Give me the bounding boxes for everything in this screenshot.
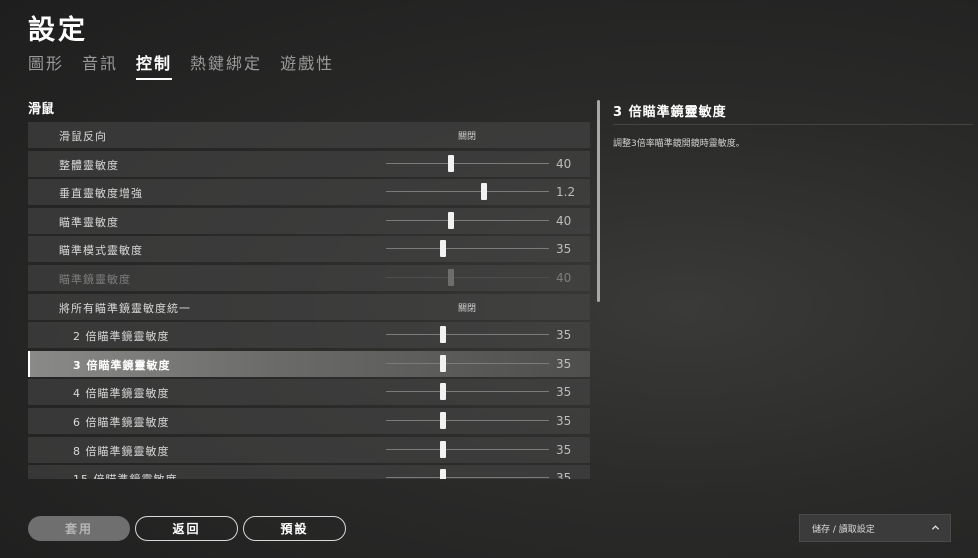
slider-track[interactable]	[386, 326, 549, 344]
setting-label: 瞄準靈敏度	[59, 215, 119, 229]
setting-row[interactable]: 垂直靈敏度增強 1.2	[28, 179, 590, 206]
default-button[interactable]: 預設	[243, 516, 346, 541]
setting-row[interactable]: 8 倍瞄準鏡靈敏度 35	[28, 436, 590, 463]
tab-3[interactable]: 控制	[136, 50, 173, 80]
slider-value: 40	[556, 270, 572, 285]
slider-track[interactable]	[386, 268, 549, 286]
setting-row[interactable]: 15 倍瞄準鏡靈敏度 35	[28, 465, 590, 479]
settings-scrollbar[interactable]	[597, 100, 600, 302]
setting-label: 滑鼠反向	[59, 130, 107, 143]
setting-row[interactable]: 瞄準模式靈敏度 35	[28, 236, 590, 263]
setting-label: 6 倍瞄準鏡靈敏度	[73, 415, 170, 429]
slider-track[interactable]	[386, 240, 549, 258]
page-title: 設定	[28, 15, 88, 46]
setting-label: 瞄準模式靈敏度	[59, 244, 143, 258]
setting-label: 整體靈敏度	[59, 158, 119, 172]
slider-handle[interactable]	[480, 183, 487, 201]
toggle-value[interactable]: 關閉	[458, 129, 476, 142]
setting-label: 4 倍瞄準鏡靈敏度	[73, 387, 170, 401]
setting-row[interactable]: 瞄準靈敏度 40	[28, 207, 590, 234]
save-load-settings-button[interactable]: 儲存 / 讀取設定	[799, 514, 951, 542]
setting-row[interactable]: 4 倍瞄準鏡靈敏度 35	[28, 379, 590, 406]
slider-handle[interactable]	[440, 326, 447, 344]
detail-description: 調整3倍率瞄準鏡開鏡時靈敏度。	[613, 139, 745, 149]
slider-handle[interactable]	[440, 383, 447, 401]
setting-row[interactable]: 瞄準鏡靈敏度 40	[28, 264, 590, 291]
setting-row[interactable]: 6 倍瞄準鏡靈敏度 35	[28, 407, 590, 434]
tab-bar: 圖形 音訊 控制 熱鍵綁定 遊戲性	[28, 50, 334, 80]
slider-track[interactable]	[386, 383, 549, 401]
setting-row[interactable]: 滑鼠反向 關閉	[28, 122, 590, 148]
setting-label: 8 倍瞄準鏡靈敏度	[73, 444, 170, 458]
slider-track[interactable]	[386, 440, 549, 458]
slider-handle[interactable]	[440, 440, 447, 458]
apply-button[interactable]: 套用	[28, 516, 130, 541]
slider-value: 35	[556, 471, 572, 479]
setting-row[interactable]: 2 倍瞄準鏡靈敏度 35	[28, 322, 590, 349]
back-button[interactable]: 返回	[135, 516, 238, 541]
setting-label: 15 倍瞄準鏡靈敏度	[73, 471, 178, 479]
slider-value: 40	[556, 156, 572, 171]
slider-track[interactable]	[386, 411, 549, 429]
setting-row[interactable]: 3 倍瞄準鏡靈敏度 35	[28, 350, 590, 377]
slider-value: 40	[556, 213, 572, 228]
settings-list[interactable]: 滑鼠反向 關閉 整體靈敏度 40 垂直靈敏度增強 1.2 瞄準靈敏度 40 瞄準模式靈敏度 35 瞄…	[28, 122, 590, 479]
save-load-label: 儲存 / 讀取設定	[812, 524, 875, 535]
setting-row[interactable]: 將所有瞄準鏡靈敏度統一 關閉	[28, 293, 590, 320]
chevron-up-icon	[931, 525, 940, 530]
slider-handle[interactable]	[448, 154, 455, 172]
slider-track[interactable]	[386, 154, 549, 172]
slider-handle[interactable]	[448, 268, 455, 286]
setting-label: 垂直靈敏度增強	[59, 187, 143, 201]
slider-track[interactable]	[386, 211, 549, 229]
slider-handle[interactable]	[440, 354, 447, 372]
slider-track[interactable]	[386, 183, 549, 201]
detail-divider	[613, 124, 973, 125]
tab-2[interactable]: 音訊	[82, 50, 118, 78]
setting-label: 3 倍瞄準鏡靈敏度	[73, 358, 171, 372]
slider-handle[interactable]	[440, 469, 447, 479]
slider-value: 35	[556, 356, 572, 371]
setting-label: 將所有瞄準鏡靈敏度統一	[59, 301, 191, 315]
slider-track[interactable]	[386, 469, 549, 479]
slider-track[interactable]	[386, 354, 549, 372]
slider-value: 35	[556, 413, 572, 428]
setting-row[interactable]: 整體靈敏度 40	[28, 150, 590, 177]
section-title: 滑鼠	[28, 102, 55, 117]
tab-5[interactable]: 遊戲性	[280, 50, 334, 78]
slider-value: 35	[556, 328, 572, 343]
slider-handle[interactable]	[440, 240, 447, 258]
slider-value: 35	[556, 385, 572, 400]
setting-label: 2 倍瞄準鏡靈敏度	[73, 330, 170, 344]
tab-4[interactable]: 熱鍵綁定	[190, 50, 262, 78]
toggle-value[interactable]: 關閉	[458, 301, 476, 314]
detail-title: 3 倍瞄準鏡靈敏度	[613, 105, 727, 120]
tab-1[interactable]: 圖形	[28, 50, 64, 78]
slider-value: 35	[556, 242, 572, 257]
slider-value: 1.2	[556, 185, 576, 200]
slider-handle[interactable]	[448, 211, 455, 229]
slider-value: 35	[556, 442, 572, 457]
slider-handle[interactable]	[440, 411, 447, 429]
setting-label: 瞄準鏡靈敏度	[59, 272, 131, 286]
